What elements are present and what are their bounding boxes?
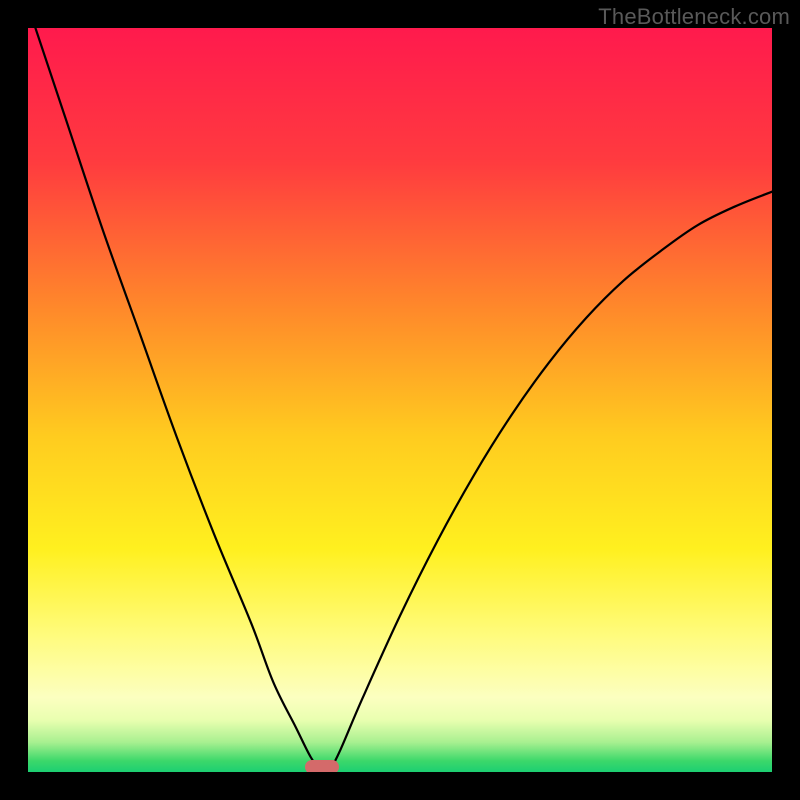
gradient-rect xyxy=(28,28,772,772)
plot-area xyxy=(28,28,772,772)
chart-stage: TheBottleneck.com xyxy=(0,0,800,800)
minimum-marker xyxy=(305,760,339,772)
watermark-text: TheBottleneck.com xyxy=(598,4,790,30)
chart-svg xyxy=(28,28,772,772)
